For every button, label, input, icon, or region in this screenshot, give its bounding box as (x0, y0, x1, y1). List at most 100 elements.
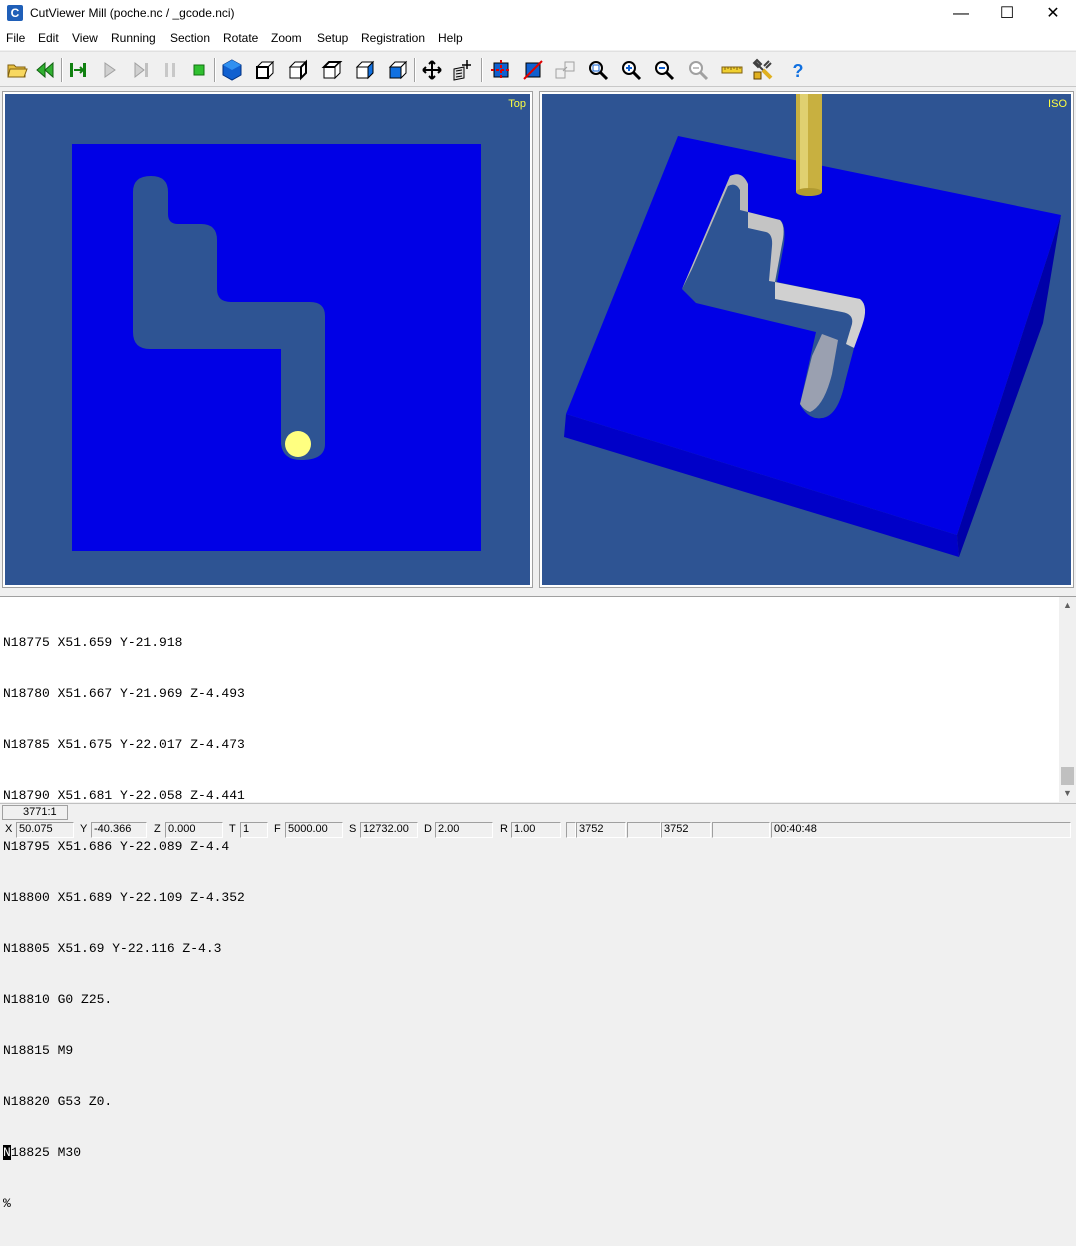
status-count-2: 3752 (661, 822, 711, 838)
section-icon[interactable] (489, 58, 513, 82)
copy-view-icon[interactable] (553, 58, 577, 82)
step-end-icon[interactable] (129, 58, 153, 82)
gcode-line: N18785 X51.675 Y-22.017 Z-4.473 (3, 737, 245, 752)
tools-icon[interactable] (751, 58, 775, 82)
iso-view-viewport[interactable]: ISO (539, 91, 1074, 588)
status-spacer (627, 822, 661, 838)
gcode-line: N18815 M9 (3, 1043, 74, 1058)
minimize-button[interactable]: — (938, 0, 984, 28)
status-spacer (566, 822, 576, 838)
status-spacer (712, 822, 770, 838)
help-icon[interactable]: ? (786, 58, 810, 82)
pan-icon[interactable] (420, 58, 444, 82)
menu-edit[interactable]: Edit (38, 31, 59, 45)
status-t-value: 1 (240, 822, 268, 838)
code-scrollbar[interactable]: ▲ ▼ (1059, 597, 1076, 803)
measure-ruler-icon[interactable] (720, 58, 744, 82)
status-x-value: 50.075 (16, 822, 74, 838)
status-y-label: Y (80, 823, 88, 835)
tool-highlight (800, 94, 808, 192)
view-back-icon[interactable] (386, 58, 410, 82)
status-y-value: -40.366 (91, 822, 147, 838)
svg-text:?: ? (793, 61, 804, 81)
menu-zoom[interactable]: Zoom (271, 31, 302, 45)
line-indicator: 3771:1 (2, 805, 68, 820)
title-bar: C CutViewer Mill (poche.nc / _gcode.nci)… (0, 0, 1076, 28)
scroll-up-arrow-icon[interactable]: ▲ (1059, 597, 1076, 614)
menu-help[interactable]: Help (438, 31, 463, 45)
app-icon: C (7, 5, 23, 21)
play-icon[interactable] (97, 58, 121, 82)
toolbar: ? (0, 51, 1076, 87)
section-off-icon[interactable] (521, 58, 545, 82)
zoom-window-icon[interactable] (586, 58, 610, 82)
gcode-line: N18795 X51.686 Y-22.089 Z-4.4 (3, 839, 230, 854)
line-indicator-bar: 3771:1 (0, 803, 1076, 821)
toolbar-separator (61, 58, 63, 82)
window-title: CutViewer Mill (poche.nc / _gcode.nci) (30, 6, 235, 20)
status-x-label: X (5, 823, 13, 835)
gcode-line: N18820 G53 Z0. (3, 1094, 113, 1109)
view-top-icon[interactable] (320, 58, 344, 82)
status-d-value: 2.00 (435, 822, 493, 838)
menu-section[interactable]: Section (170, 31, 210, 45)
status-r-label: R (500, 823, 508, 835)
menu-setup[interactable]: Setup (317, 31, 348, 45)
tool-shank (796, 94, 822, 192)
status-count-1: 3752 (576, 822, 626, 838)
zoom-in-icon[interactable] (619, 58, 643, 82)
status-d-label: D (424, 823, 432, 835)
status-z-label: Z (154, 823, 161, 835)
status-f-value: 5000.00 (285, 822, 343, 838)
status-s-value: 12732.00 (360, 822, 418, 838)
toolbar-separator (414, 58, 416, 82)
gcode-line: N18775 X51.659 Y-21.918 (3, 635, 183, 650)
status-elapsed-time: 00:40:48 (771, 822, 1071, 838)
status-f-label: F (274, 823, 281, 835)
status-bar: X 50.075 Y -40.366 Z 0.000 T 1 F 5000.00… (0, 821, 1076, 838)
stop-icon[interactable] (187, 58, 211, 82)
status-z-value: 0.000 (165, 822, 223, 838)
text-cursor: N (3, 1145, 11, 1160)
status-t-label: T (229, 823, 236, 835)
scroll-thumb[interactable] (1061, 767, 1074, 785)
menu-bar: File Edit View Running Section Rotate Zo… (0, 28, 1076, 50)
gcode-end-line: % (3, 1196, 11, 1211)
maximize-button[interactable]: ☐ (984, 0, 1030, 28)
open-folder-icon[interactable] (5, 58, 29, 82)
gcode-line: N18790 X51.681 Y-22.058 Z-4.441 (3, 788, 245, 803)
rewind-icon[interactable] (33, 58, 57, 82)
gcode-current-line: N18825 M30 (3, 1144, 245, 1161)
zoom-all-icon[interactable] (686, 58, 710, 82)
view-3d-icon[interactable] (220, 58, 244, 82)
status-r-value: 1.00 (511, 822, 561, 838)
gcode-panel[interactable]: N18775 X51.659 Y-21.918 N18780 X51.667 Y… (0, 596, 1076, 1211)
zoom-out-icon[interactable] (652, 58, 676, 82)
gcode-current-line-text: 18825 M30 (10, 1145, 82, 1160)
close-button[interactable]: ✕ (1030, 0, 1076, 28)
menu-file[interactable]: File (6, 31, 25, 45)
menu-rotate[interactable]: Rotate (223, 31, 258, 45)
top-view-viewport[interactable]: Top (2, 91, 533, 588)
pause-icon[interactable] (158, 58, 182, 82)
gcode-line: N18810 G0 Z25. (3, 992, 113, 1007)
rotate-icon[interactable] (451, 58, 475, 82)
view-left-icon[interactable] (353, 58, 377, 82)
scroll-down-arrow-icon[interactable]: ▼ (1059, 785, 1076, 802)
toolbar-separator (214, 58, 216, 82)
gcode-line: N18800 X51.689 Y-22.109 Z-4.352 (3, 890, 245, 905)
tool-tip (796, 188, 822, 196)
view-front-icon[interactable] (253, 58, 277, 82)
tool-marker (285, 431, 311, 457)
gcode-line: N18780 X51.667 Y-21.969 Z-4.493 (3, 686, 245, 701)
iso-view-canvas (564, 94, 1061, 557)
toolbar-separator (481, 58, 483, 82)
gcode-line: N18805 X51.69 Y-22.116 Z-4.3 (3, 941, 222, 956)
step-start-icon[interactable] (66, 58, 90, 82)
menu-running[interactable]: Running (111, 31, 156, 45)
view-right-icon[interactable] (286, 58, 310, 82)
menu-registration[interactable]: Registration (361, 31, 425, 45)
status-s-label: S (349, 823, 357, 835)
gcode-lines: N18775 X51.659 Y-21.918 N18780 X51.667 Y… (3, 600, 245, 1246)
menu-view[interactable]: View (72, 31, 98, 45)
